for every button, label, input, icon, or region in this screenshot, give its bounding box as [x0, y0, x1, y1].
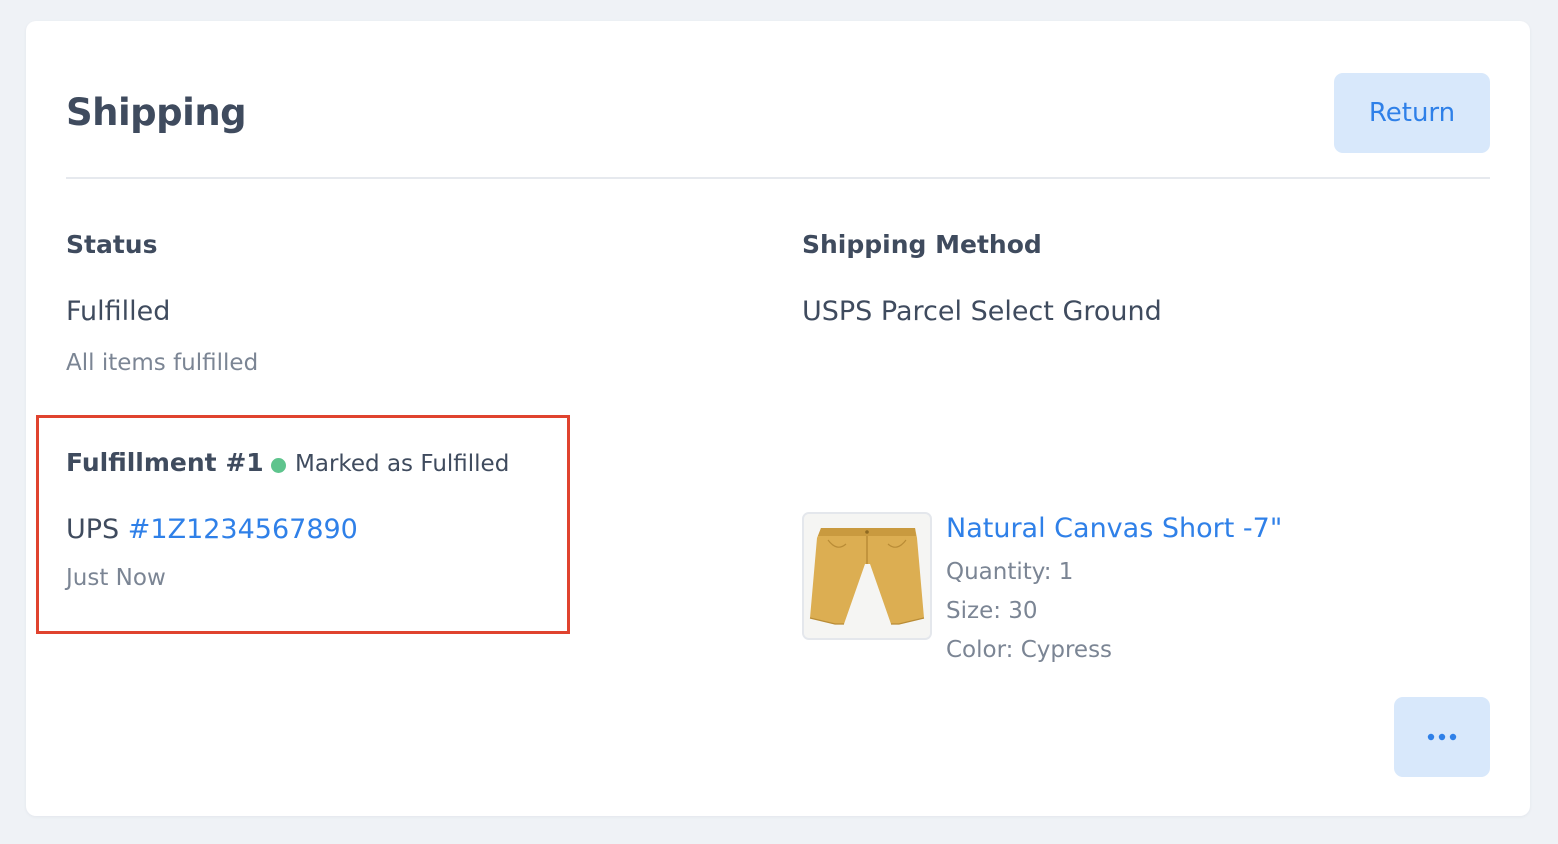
return-button[interactable]: Return: [1334, 73, 1490, 153]
carrier-line: UPS #1Z1234567890: [66, 512, 358, 548]
fulfillment-title: Fulfillment #1: [66, 448, 264, 477]
page-title: Shipping: [66, 91, 247, 134]
fulfillment-panel: Fulfillment #1 Marked as Fulfilled UPS #…: [36, 415, 570, 634]
tracking-number-link[interactable]: #1Z1234567890: [128, 514, 358, 545]
status-dot-icon: [271, 458, 286, 473]
product-name-link[interactable]: Natural Canvas Short -7": [946, 511, 1282, 547]
shipping-method-value: USPS Parcel Select Ground: [802, 296, 1162, 327]
shipping-method-heading: Shipping Method: [802, 230, 1042, 259]
product-color: Color: Cypress: [946, 637, 1113, 663]
shorts-image-icon: [804, 514, 930, 638]
header-divider: [66, 177, 1490, 179]
status-heading: Status: [66, 230, 158, 259]
product-quantity: Quantity: 1: [946, 559, 1074, 585]
status-value: Fulfilled: [66, 296, 171, 327]
carrier-name: UPS: [66, 514, 120, 545]
product-thumbnail[interactable]: [802, 512, 932, 640]
ellipsis-icon: [1427, 733, 1457, 741]
status-subtext: All items fulfilled: [66, 350, 259, 376]
fulfillment-status: Marked as Fulfilled: [295, 451, 510, 477]
product-size: Size: 30: [946, 598, 1038, 624]
fulfillment-time: Just Now: [66, 565, 166, 591]
more-options-button[interactable]: [1394, 697, 1490, 777]
shipping-card: Shipping Return Status Fulfilled All ite…: [26, 21, 1530, 816]
